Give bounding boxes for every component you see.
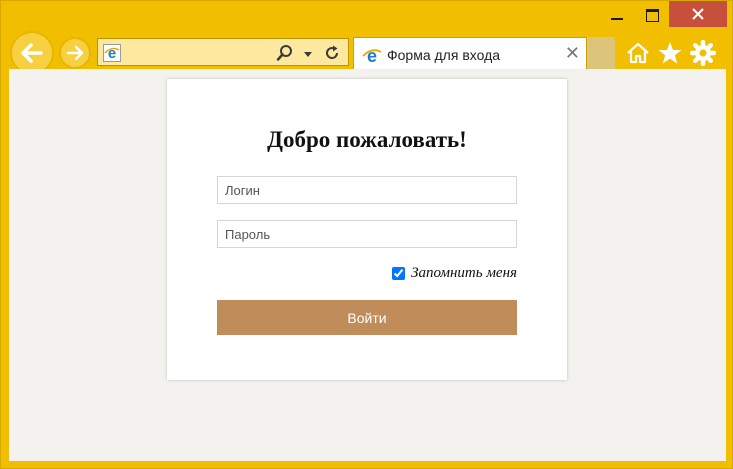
refresh-icon[interactable]: [323, 44, 341, 62]
forward-icon: [66, 45, 84, 61]
login-input[interactable]: [217, 176, 517, 204]
minimize-icon: [611, 18, 623, 20]
remember-checkbox[interactable]: [392, 267, 406, 280]
home-icon[interactable]: [625, 40, 651, 66]
browser-window: e e Форма для входа ✕ Добро пожаловать!: [0, 0, 733, 469]
maximize-button[interactable]: [635, 1, 669, 29]
search-icon[interactable]: [276, 44, 294, 62]
back-icon: [21, 43, 43, 63]
address-bar[interactable]: e: [97, 38, 349, 66]
password-input[interactable]: [217, 220, 517, 248]
tab-title: Форма для входа: [387, 47, 501, 63]
maximize-icon: [645, 8, 659, 22]
tab-close-button[interactable]: ✕: [565, 44, 580, 62]
svg-text:e: e: [108, 45, 116, 62]
login-card: Добро пожаловать! Запомнить меня Войти: [167, 79, 567, 380]
minimize-button[interactable]: [599, 1, 635, 29]
ie-icon: e: [103, 44, 121, 62]
page-title: Добро пожаловать!: [267, 127, 467, 152]
remember-label[interactable]: Запомнить меня: [411, 265, 517, 282]
favorites-star-icon[interactable]: [657, 40, 683, 66]
page-viewport: Добро пожаловать! Запомнить меня Войти: [9, 69, 726, 461]
ie-icon: e: [362, 46, 382, 66]
close-icon: [692, 8, 704, 20]
remember-row: Запомнить меня: [392, 265, 517, 282]
forward-button[interactable]: [59, 37, 91, 69]
close-button[interactable]: [669, 1, 727, 27]
dropdown-icon[interactable]: [302, 44, 314, 62]
svg-text:e: e: [367, 46, 377, 66]
new-tab-button[interactable]: [587, 37, 615, 70]
submit-button[interactable]: Войти: [217, 300, 517, 335]
settings-gear-icon[interactable]: [690, 40, 716, 66]
active-tab[interactable]: e Форма для входа ✕: [353, 37, 587, 70]
